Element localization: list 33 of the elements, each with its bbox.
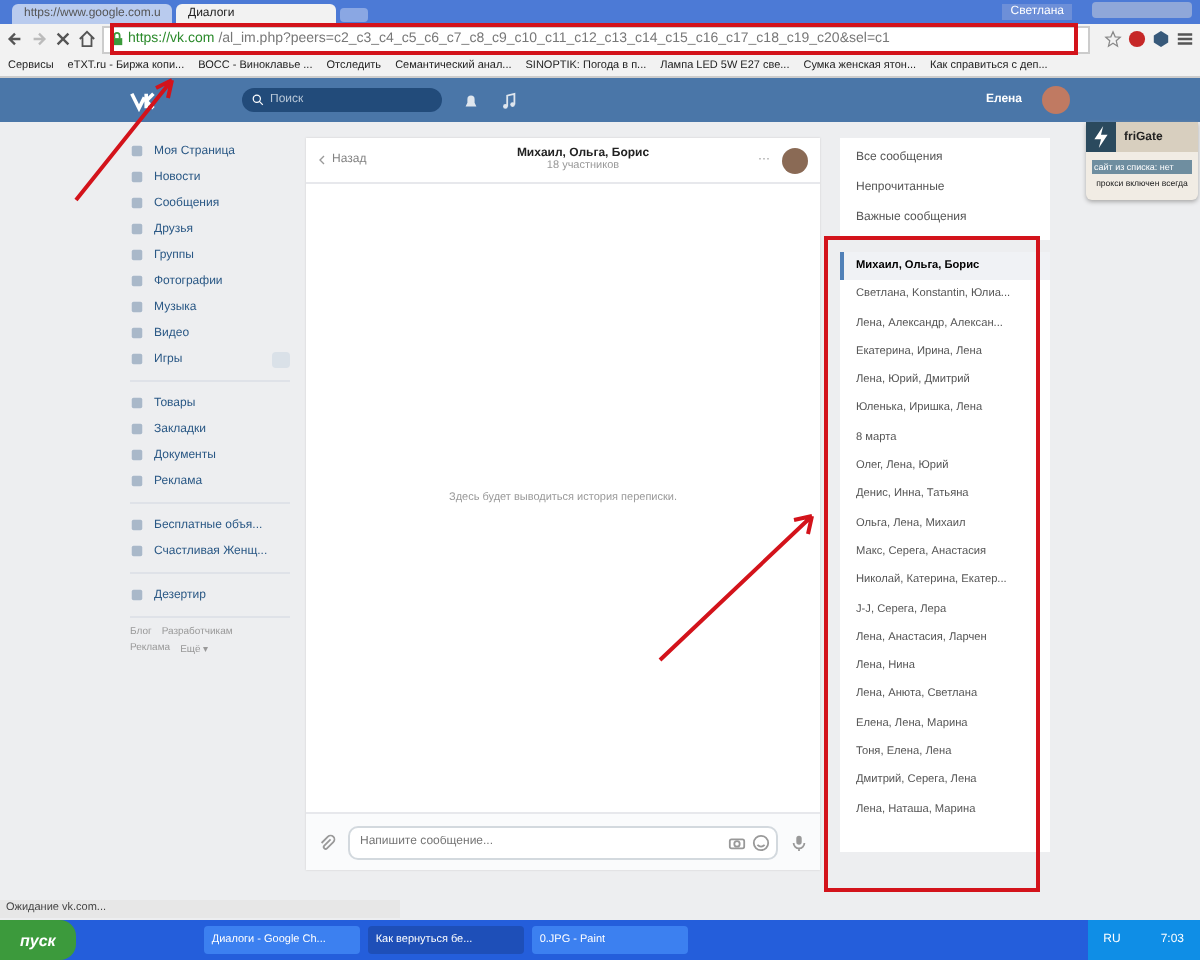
square-icon (130, 588, 144, 602)
square-icon (130, 422, 144, 436)
stop-icon[interactable] (54, 30, 72, 48)
star-icon[interactable] (1104, 30, 1122, 48)
forward-arrow-icon[interactable] (30, 30, 48, 48)
lightning-icon (1086, 122, 1116, 152)
square-icon (130, 448, 144, 462)
start-button[interactable]: пуск (0, 920, 76, 960)
paperclip-icon[interactable] (318, 833, 336, 851)
search-icon (252, 94, 264, 106)
smiley-icon[interactable] (752, 833, 770, 851)
square-icon (130, 300, 144, 314)
square-icon (130, 170, 144, 184)
square-icon (130, 518, 144, 532)
square-icon (130, 326, 144, 340)
bell-icon[interactable] (462, 91, 480, 109)
home-icon[interactable] (78, 30, 96, 48)
square-icon (130, 248, 144, 262)
square-icon (130, 274, 144, 288)
menu-icon[interactable] (1176, 30, 1194, 48)
camera-icon[interactable] (728, 833, 746, 851)
square-icon (130, 352, 144, 366)
music-note-icon[interactable] (500, 91, 518, 109)
back-arrow-icon[interactable] (6, 30, 24, 48)
square-icon (130, 222, 144, 236)
microphone-icon[interactable] (790, 833, 808, 851)
square-icon (130, 396, 144, 410)
square-icon (130, 196, 144, 210)
square-icon (130, 544, 144, 558)
square-icon (130, 144, 144, 158)
square-icon (130, 474, 144, 488)
chevron-left-icon (318, 154, 326, 166)
chat-avatar (782, 147, 808, 173)
